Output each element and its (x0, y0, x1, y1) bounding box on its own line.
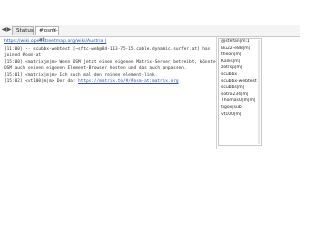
message-time: [15:00] (4, 59, 23, 65)
tab-bar: ◀ ▶ Status #osm-at × (0, 25, 300, 43)
matrix-link[interactable]: https://matrix.to/#/#osm-at:matrix.org (78, 79, 178, 84)
channel-topic-link[interactable]: https://wiki.openstreetmap.org/wiki/Aust… (4, 38, 214, 45)
message-time: [15:02] (4, 79, 23, 85)
user-list-item[interactable]: theon|m| (219, 52, 261, 59)
message-time: [15:01] (4, 72, 23, 78)
message-time: [11:00] (4, 47, 23, 52)
user-list-item[interactable]: zotrsp|m| (219, 65, 261, 72)
irc-chat-window: ◀ ▶ Status #osm-at × https://wiki.openst… (0, 25, 300, 149)
user-list-scrollbar[interactable] (258, 40, 260, 144)
message-line: [11:00] -- scubbx-webtest [~sftc-web@84-… (4, 47, 216, 60)
tab-status[interactable]: Status (12, 26, 34, 35)
user-list-item[interactable]: scubbs|m| (219, 85, 261, 92)
user-list-item[interactable]: sotro234|m| (219, 92, 261, 99)
user-list-item[interactable]: @stefan|m:1 (219, 39, 261, 46)
user-list-item[interactable]: Bu22-e88|m| (219, 46, 261, 53)
message-text: <matrix|m|m> Ich such mal den reinen ele… (25, 72, 158, 78)
message-text: <vt100|m|m> Der da: (25, 79, 79, 85)
pane-divider[interactable] (216, 36, 217, 149)
user-list-item[interactable]: scubbx (219, 72, 261, 79)
user-list-item[interactable]: tigox|sub (219, 105, 261, 112)
message-line: [15:00] <matrixjm|m> Wenn OSM jetzt eine… (4, 60, 216, 73)
user-list-item[interactable]: vt100|m| (219, 112, 261, 119)
user-list-item[interactable]: scubbx-webtest (219, 79, 261, 86)
user-list-item[interactable]: ThomasU|m|m| (219, 98, 261, 105)
user-list-item[interactable]: Kallis|m| (219, 59, 261, 66)
close-tab-icon[interactable]: × (52, 26, 57, 35)
message-line: [15:02] <vt100|m|m> Der da: https://matr… (4, 79, 216, 85)
message-text: <matrixjm|m> Wenn OSM jetzt einen eigene… (4, 59, 216, 72)
message-text: -- scubbx-webtest [~sftc-web@84-113-75-1… (4, 47, 213, 59)
user-list: @stefan|m:1 Bu22-e88|m| theon|m| Kallis|… (218, 38, 262, 146)
message-log: [11:00] -- scubbx-webtest [~sftc-web@84-… (4, 47, 216, 145)
